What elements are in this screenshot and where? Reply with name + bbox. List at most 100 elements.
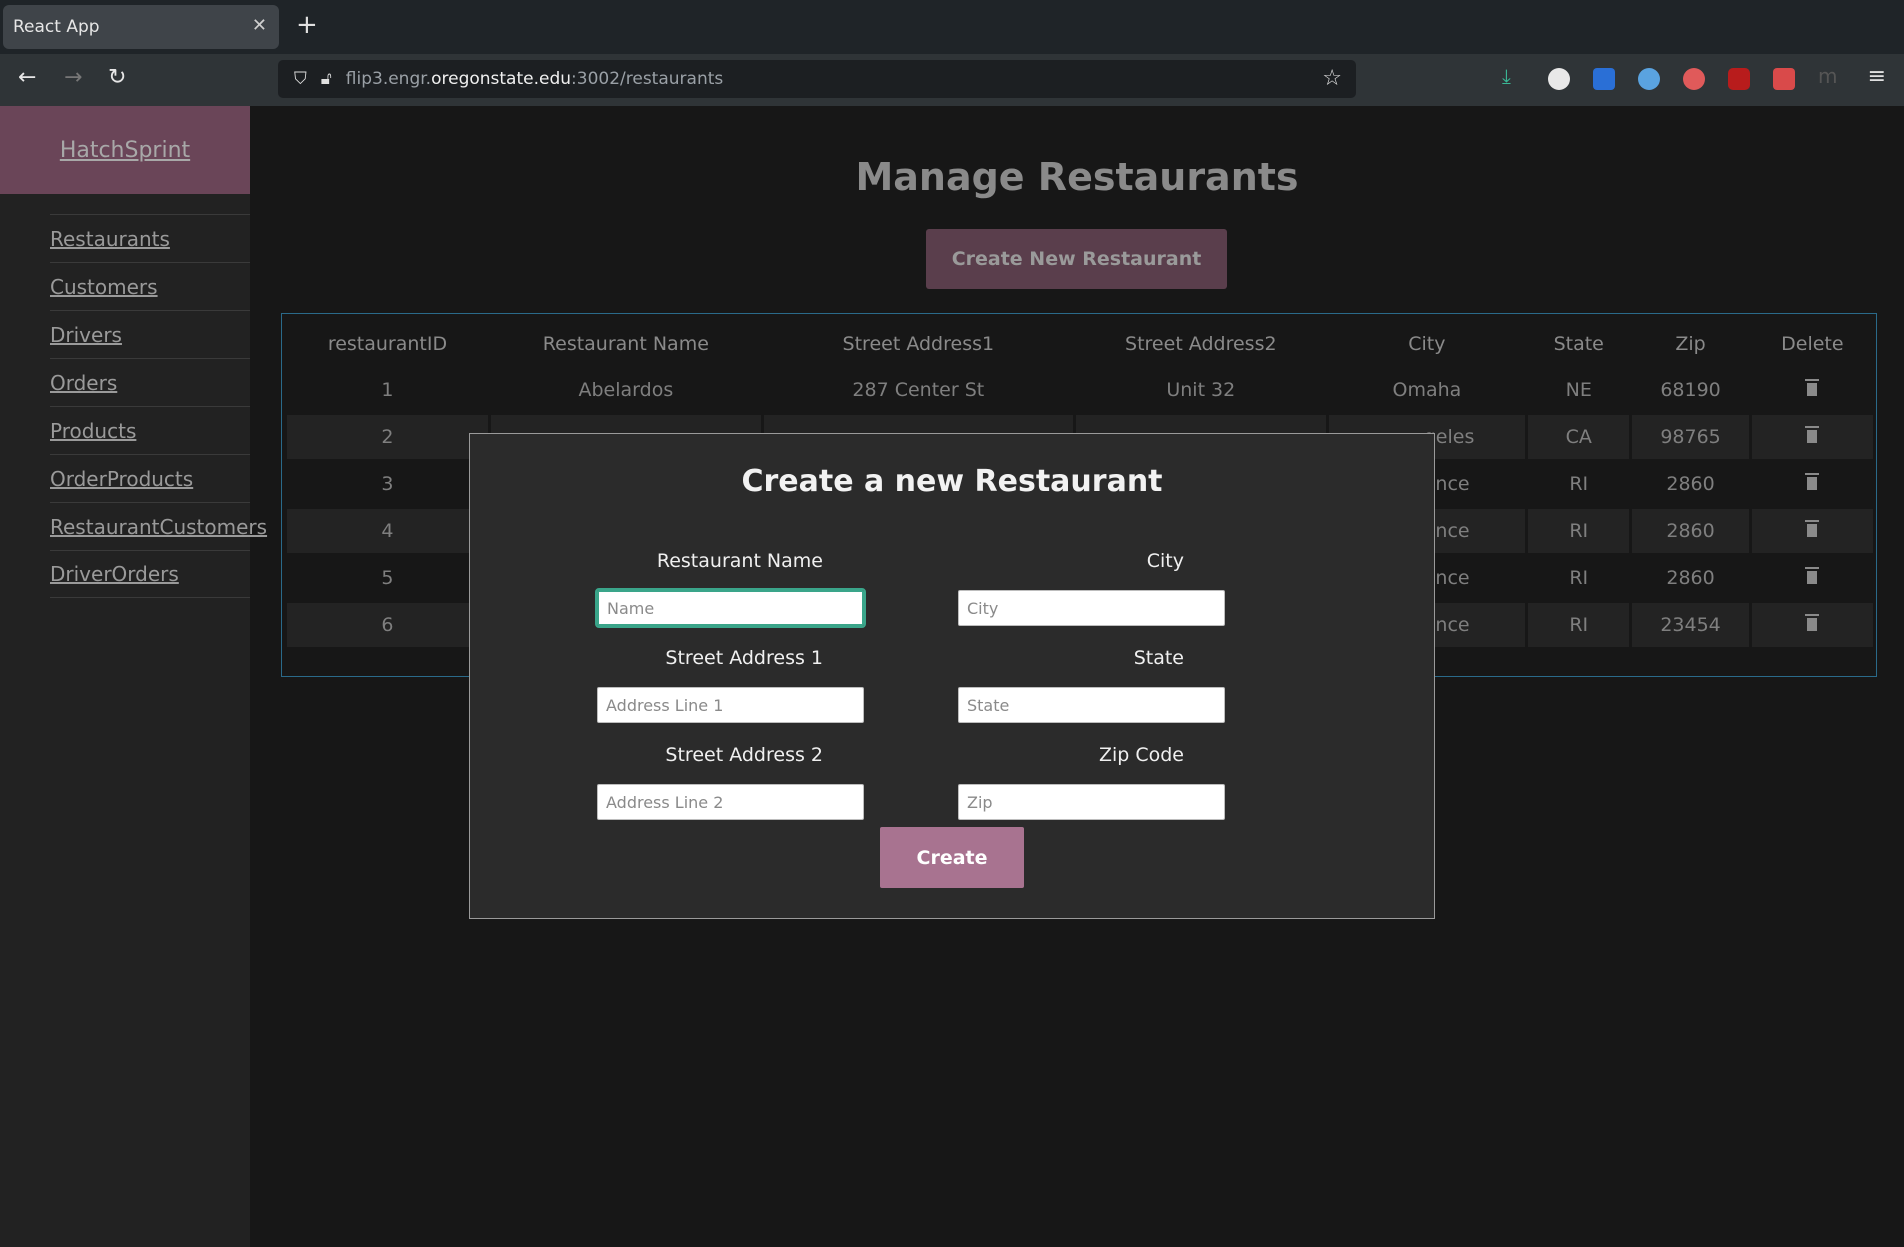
column-header: restaurantID: [327, 333, 448, 355]
url-host: oregonstate.edu: [431, 69, 572, 89]
sidebar-item-label[interactable]: OrderProducts: [50, 467, 193, 491]
sidebar-item-products[interactable]: Products: [50, 406, 250, 454]
cell-id: 3: [381, 473, 394, 495]
sidebar-item-label[interactable]: RestaurantCustomers: [50, 515, 267, 539]
download-icon[interactable]: ⤓: [1502, 64, 1524, 88]
nav-list: Restaurants Customers Drivers Orders Pro…: [0, 214, 267, 598]
zip-input[interactable]: [958, 784, 1225, 820]
extension-shield-icon[interactable]: [1593, 68, 1615, 90]
zip-code-label: Zip Code: [1098, 744, 1184, 766]
sidebar-item-driverorders[interactable]: DriverOrders: [50, 550, 250, 598]
city-label: City: [1146, 550, 1184, 572]
brand-link[interactable]: HatchSprint: [60, 138, 190, 163]
restaurant-name-input[interactable]: [595, 588, 866, 628]
cell-state: CA: [1528, 415, 1630, 459]
cell-addr2: Unit 32: [1166, 379, 1236, 401]
lock-icon: 🔓︎: [320, 69, 332, 89]
cell-zip: 98765: [1632, 415, 1749, 459]
reload-icon[interactable]: ↻: [108, 65, 126, 90]
extension-e-icon[interactable]: [1548, 68, 1570, 90]
cell-city: Omaha: [1392, 379, 1462, 401]
cell-zip: 2860: [1666, 473, 1715, 495]
sidebar-item-drivers[interactable]: Drivers: [50, 310, 250, 358]
back-icon[interactable]: ←: [18, 65, 36, 90]
sidebar-item-orders[interactable]: Orders: [50, 358, 250, 406]
cell-state: NE: [1565, 379, 1592, 401]
sidebar-item-restaurants[interactable]: Restaurants: [50, 214, 250, 262]
sidebar-item-label[interactable]: Drivers: [50, 323, 122, 347]
shield-icon: ⛉: [294, 69, 307, 89]
trash-icon[interactable]: [1805, 379, 1820, 396]
sidebar-item-label[interactable]: Products: [50, 419, 136, 443]
page-title: Manage Restaurants: [855, 155, 1299, 199]
table-row: 1 Abelardos 287 Center St Unit 32 Omaha …: [287, 368, 1873, 412]
delete-cell[interactable]: [1752, 462, 1873, 506]
sidebar-item-label[interactable]: Restaurants: [50, 227, 170, 251]
column-header: Street Address2: [1125, 333, 1277, 355]
close-tab-icon[interactable]: ✕: [252, 15, 267, 36]
cell-id: 5: [381, 567, 394, 589]
sidebar-item-orderproducts[interactable]: OrderProducts: [50, 454, 250, 502]
browser-tab-bar: React App ✕ +: [0, 0, 1904, 54]
url-bar[interactable]: ⛉ 🔓︎ flip3.engr. oregonstate.edu:3002/res…: [278, 60, 1356, 98]
extension-puzzle-icon[interactable]: [1773, 68, 1795, 90]
sidebar-item-restaurantcustomers[interactable]: RestaurantCustomers: [50, 502, 267, 550]
url-prefix: flip3.engr.: [345, 69, 432, 89]
trash-icon[interactable]: [1805, 426, 1820, 443]
cell-state: RI: [1528, 603, 1630, 647]
browser-tab[interactable]: React App ✕: [3, 5, 279, 49]
create-new-restaurant-button[interactable]: Create New Restaurant: [926, 229, 1227, 289]
extension-m-icon[interactable]: m: [1818, 64, 1840, 88]
sidebar-item-customers[interactable]: Customers: [50, 262, 250, 310]
tab-title: React App: [13, 17, 100, 37]
sidebar-item-label[interactable]: Customers: [50, 275, 158, 299]
column-header: Street Address1: [842, 333, 995, 355]
cell-state: RI: [1569, 567, 1589, 589]
delete-cell[interactable]: [1751, 415, 1873, 459]
column-header: Zip: [1675, 333, 1706, 355]
delete-cell[interactable]: [1751, 509, 1873, 553]
restaurant-name-label: Restaurant Name: [656, 550, 823, 572]
state-input[interactable]: [958, 687, 1225, 723]
street-address-1-input[interactable]: [597, 687, 864, 723]
bookmark-star-icon[interactable]: ☆: [1322, 66, 1342, 91]
trash-icon[interactable]: [1805, 614, 1820, 631]
sidebar-item-label[interactable]: DriverOrders: [50, 562, 179, 586]
cell-id: 4: [287, 509, 488, 553]
column-header: Restaurant Name: [542, 333, 709, 355]
brand: HatchSprint: [0, 106, 250, 194]
forward-icon[interactable]: →: [64, 65, 82, 90]
column-header: City: [1408, 333, 1446, 355]
menu-icon[interactable]: ≡: [1868, 64, 1886, 89]
trash-icon[interactable]: [1805, 473, 1820, 490]
cell-id: 1: [381, 379, 394, 401]
trash-icon[interactable]: [1805, 520, 1820, 537]
extension-eyes-icon[interactable]: [1683, 68, 1705, 90]
cell-addr1: 287 Center St: [852, 379, 985, 401]
new-tab-icon[interactable]: +: [296, 10, 318, 40]
delete-cell[interactable]: [1752, 368, 1873, 412]
sidebar: HatchSprint Restaurants Customers Driver…: [0, 106, 267, 1247]
city-input[interactable]: [958, 590, 1225, 626]
ublock-icon[interactable]: [1728, 68, 1750, 90]
cell-state: RI: [1528, 509, 1630, 553]
column-header: State: [1553, 333, 1604, 355]
cell-zip: 68190: [1660, 379, 1721, 401]
cell-zip: 2860: [1666, 567, 1715, 589]
create-button[interactable]: Create: [880, 827, 1024, 888]
state-label: State: [1133, 647, 1184, 669]
delete-cell[interactable]: [1752, 556, 1873, 600]
modal-title: Create a new Restaurant: [741, 464, 1163, 499]
cell-id: 6: [287, 603, 488, 647]
extension-compass-icon[interactable]: [1638, 68, 1660, 90]
street-address-2-input[interactable]: [597, 784, 864, 820]
sidebar-item-label[interactable]: Orders: [50, 371, 117, 395]
trash-icon[interactable]: [1805, 567, 1820, 584]
street-address-1-label: Street Address 1: [665, 647, 823, 669]
url-suffix: :3002/restaurants: [571, 69, 724, 89]
cell-name: Abelardos: [578, 379, 674, 401]
delete-cell[interactable]: [1751, 603, 1873, 647]
cell-id: 2: [287, 415, 488, 459]
column-header: Delete: [1781, 333, 1844, 355]
create-restaurant-modal: Create a new Restaurant Restaurant Name …: [469, 433, 1435, 919]
